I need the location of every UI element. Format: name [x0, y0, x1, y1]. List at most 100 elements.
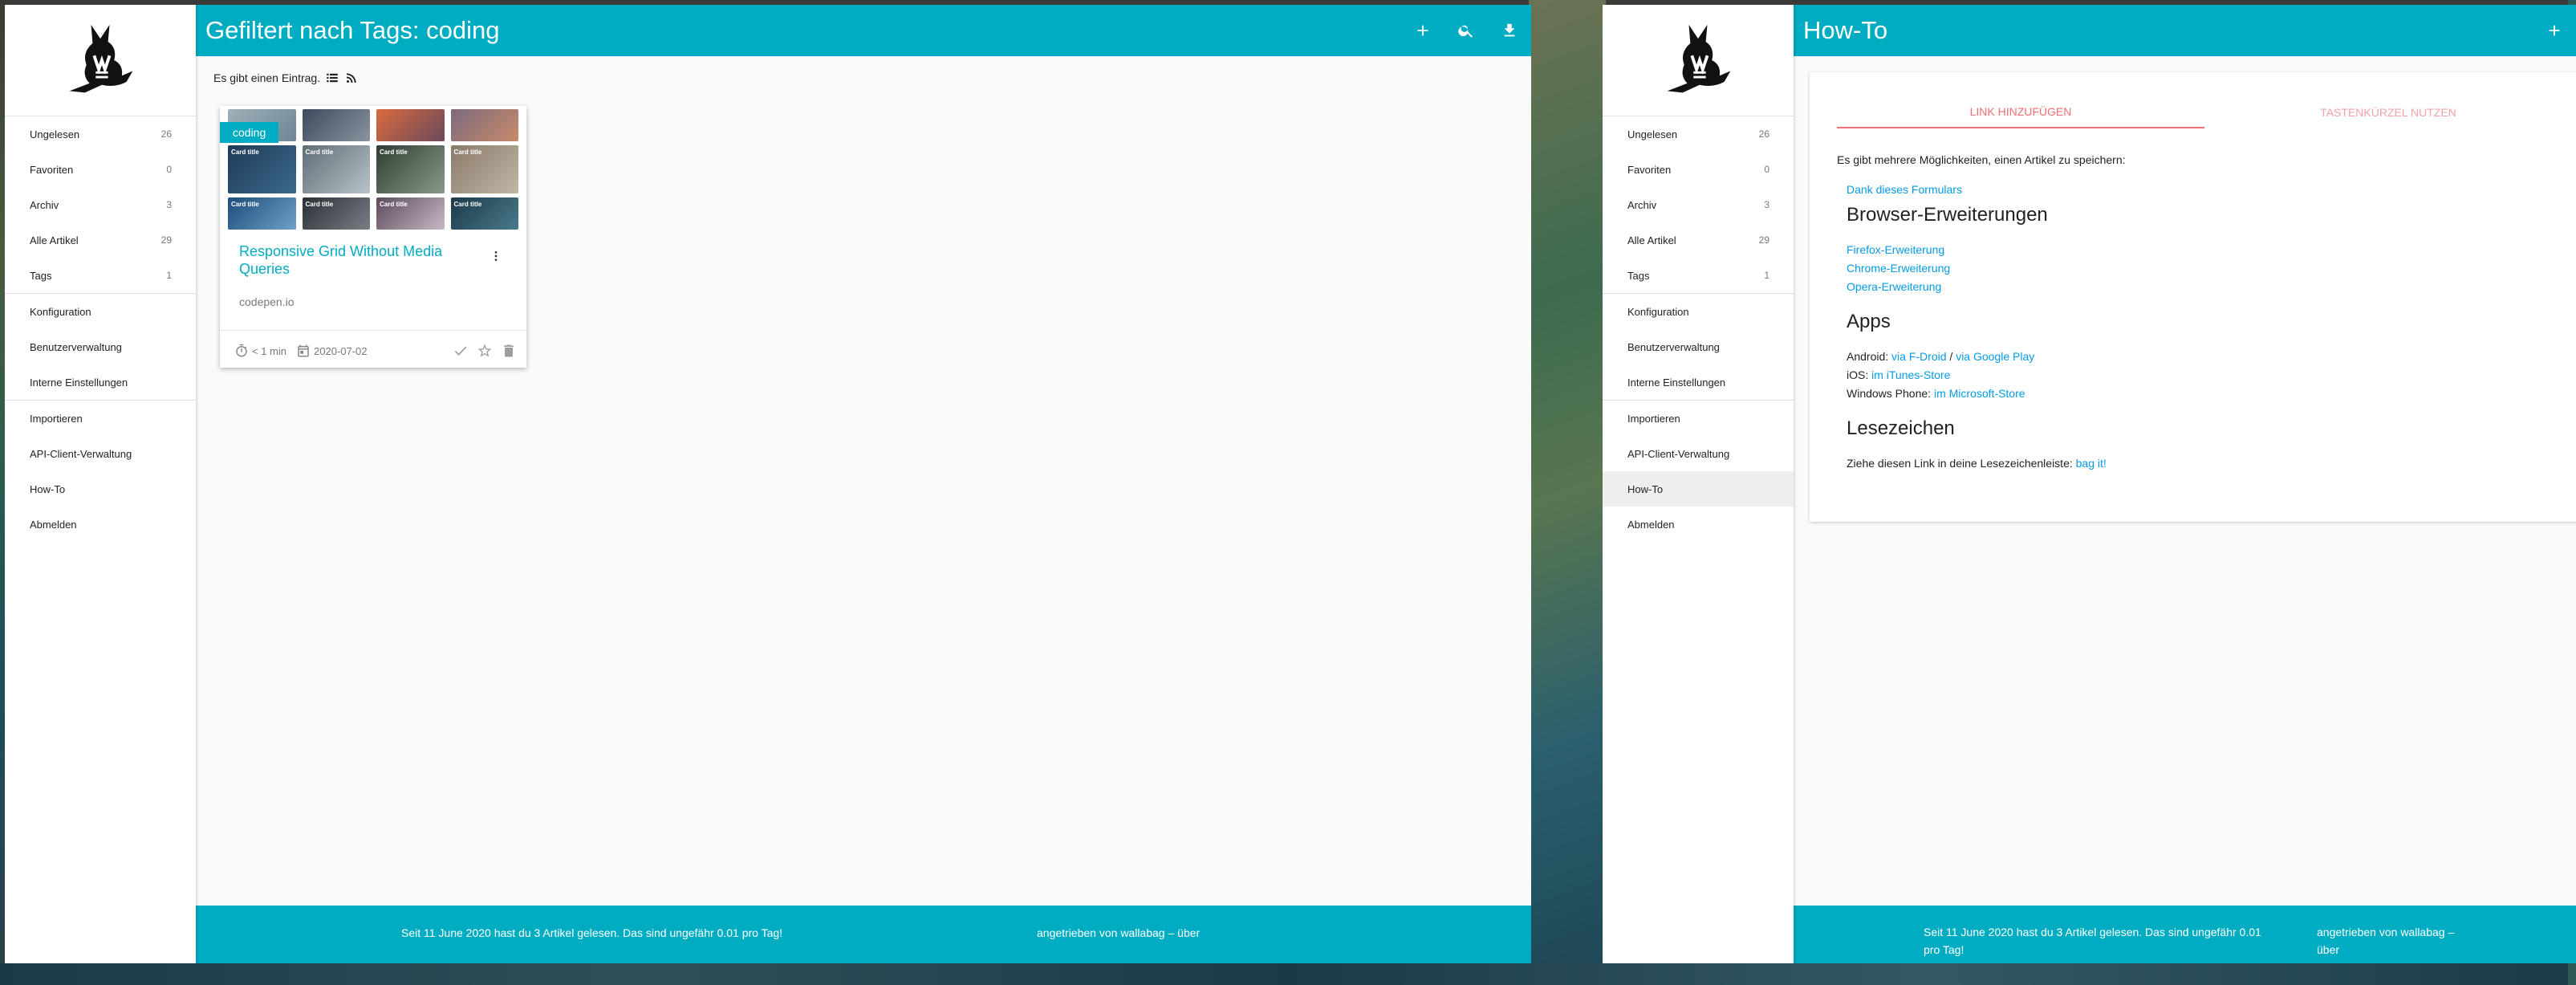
sidebar-item-label: Abmelden: [30, 518, 77, 531]
wallabag-window-tags: Ungelesen 26 Favoriten 0 Archiv 3 Alle Arti…: [5, 5, 1531, 963]
ios-label: iOS:: [1847, 368, 1869, 381]
more-vert-icon: [494, 251, 498, 261]
howto-panel: Link hinzufügen Tastenkürzel nutzen Es g…: [1810, 72, 2576, 522]
main-content: Es gibt einen Eintrag. Card title Card t…: [196, 56, 1531, 906]
windows-phone-line: Windows Phone: im Microsoft-Store: [1847, 387, 2025, 400]
sidebar-item-label: How-To: [30, 482, 66, 495]
sidebar-item-logout[interactable]: Abmelden: [1603, 507, 1794, 542]
preview-tile: [376, 109, 445, 141]
nav-group-main: Ungelesen 26 Favoriten 0 Archiv 3 Alle Arti…: [1603, 116, 1794, 294]
powered-by-separator: –: [2444, 926, 2455, 938]
entry-card[interactable]: Card title Card title Card title Card ti…: [220, 106, 526, 368]
sidebar-item-internal-settings[interactable]: Interne Einstellungen: [5, 364, 196, 400]
sidebar-item-starred[interactable]: Favoriten 0: [5, 152, 196, 187]
about-link[interactable]: über: [2317, 943, 2339, 956]
sidebar-item-all[interactable]: Alle Artikel 29: [5, 222, 196, 258]
sidebar-item-howto[interactable]: How-To: [1603, 471, 1794, 507]
rss-icon[interactable]: [344, 71, 359, 85]
bookmarklet-text: Ziehe diesen Link in deine Lesezeichenle…: [1847, 457, 2073, 470]
sidebar-item-all[interactable]: Alle Artikel 29: [1603, 222, 1794, 258]
sidebar-item-label: Archiv: [1627, 198, 1657, 211]
sidebar-item-api-clients[interactable]: API-Client-Verwaltung: [1603, 436, 1794, 471]
preview-tile: Card title: [376, 197, 445, 230]
add-button[interactable]: [1401, 5, 1444, 56]
sidebar-item-tags[interactable]: Tags 1: [1603, 258, 1794, 293]
footer: Seit 11 June 2020 hast du 3 Artikel gele…: [1794, 906, 2576, 963]
search-icon: [1458, 25, 1473, 38]
footer-powered-by: angetrieben von wallabag – über: [1037, 926, 1200, 939]
tab-shortcuts[interactable]: Tastenkürzel nutzen: [2204, 96, 2572, 128]
sidebar-item-label: Favoriten: [30, 163, 74, 176]
sidebar-item-tags[interactable]: Tags 1: [5, 258, 196, 293]
sidebar-item-label: Benutzerverwaltung: [1627, 340, 1720, 353]
sidebar-item-config[interactable]: Konfiguration: [1603, 294, 1794, 329]
sidebar-item-archive[interactable]: Archiv 3: [1603, 187, 1794, 222]
sidebar-item-unread[interactable]: Ungelesen 26: [5, 116, 196, 152]
howto-tabs: Link hinzufügen Tastenkürzel nutzen: [1837, 96, 2572, 128]
firefox-extension-link[interactable]: Firefox-Erweiterung: [1847, 243, 1944, 256]
sidebar-item-label: Ungelesen: [1627, 128, 1678, 140]
nav-group-main: Ungelesen 26 Favoriten 0 Archiv 3 Alle Arti…: [5, 116, 196, 294]
wallabag-link[interactable]: wallabag: [2400, 926, 2444, 938]
star-icon[interactable]: [477, 343, 493, 359]
itunes-link[interactable]: im iTunes-Store: [1871, 368, 1950, 381]
tag-chip[interactable]: coding: [220, 122, 279, 143]
sidebar-item-config[interactable]: Konfiguration: [5, 294, 196, 329]
export-button[interactable]: [1488, 5, 1531, 56]
sidebar-item-label: Archiv: [30, 198, 59, 211]
main-content: Link hinzufügen Tastenkürzel nutzen Es g…: [1794, 56, 2576, 906]
delete-icon[interactable]: [501, 343, 517, 359]
wallabag-link[interactable]: wallabag: [1120, 926, 1164, 939]
about-link[interactable]: über: [1177, 926, 1200, 939]
chrome-extension-link[interactable]: Chrome-Erweiterung: [1847, 262, 1950, 275]
preview-tile: Card title: [376, 145, 445, 193]
sidebar-item-label: Interne Einstellungen: [1627, 376, 1726, 389]
nav-group-other: Importieren API-Client-Verwaltung How-To…: [5, 401, 196, 542]
card-divider: [220, 330, 526, 331]
sidebar-item-label: API-Client-Verwaltung: [30, 447, 132, 460]
windows-phone-label: Windows Phone:: [1847, 387, 1932, 400]
sidebar-item-users[interactable]: Benutzerverwaltung: [5, 329, 196, 364]
entry-menu-button[interactable]: [490, 247, 502, 265]
wallabag-logo[interactable]: [5, 5, 196, 116]
sidebar-item-api-clients[interactable]: API-Client-Verwaltung: [5, 436, 196, 471]
mark-read-icon[interactable]: [453, 343, 469, 359]
sidebar-item-users[interactable]: Benutzerverwaltung: [1603, 329, 1794, 364]
entry-title-link[interactable]: Responsive Grid Without Media Queries: [239, 242, 472, 278]
page-title: How-To: [1803, 16, 1888, 44]
bag-it-link[interactable]: bag it!: [2076, 457, 2107, 470]
search-button[interactable]: [1444, 5, 1488, 56]
sidebar: Ungelesen 26 Favoriten 0 Archiv 3 Alle Arti…: [1603, 5, 1794, 963]
wallabag-logo-icon: [69, 24, 133, 93]
tab-add-link[interactable]: Link hinzufügen: [1837, 96, 2204, 128]
sidebar-item-internal-settings[interactable]: Interne Einstellungen: [1603, 364, 1794, 400]
list-view-icon[interactable]: [325, 71, 339, 85]
wallabag-logo[interactable]: [1603, 5, 1794, 116]
sidebar-item-archive[interactable]: Archiv 3: [5, 187, 196, 222]
wallabag-window-howto: Ungelesen 26 Favoriten 0 Archiv 3 Alle Arti…: [1603, 5, 2576, 963]
sidebar-item-unread[interactable]: Ungelesen 26: [1603, 116, 1794, 152]
opera-extension-link[interactable]: Opera-Erweiterung: [1847, 280, 1941, 293]
sidebar-item-label: Benutzerverwaltung: [30, 340, 122, 353]
sidebar-item-logout[interactable]: Abmelden: [5, 507, 196, 542]
sidebar-item-starred[interactable]: Favoriten 0: [1603, 152, 1794, 187]
ios-line: iOS: im iTunes-Store: [1847, 368, 1950, 381]
plus-icon: [1417, 25, 1428, 36]
sidebar: Ungelesen 26 Favoriten 0 Archiv 3 Alle Arti…: [5, 5, 196, 963]
powered-by-separator: –: [1164, 926, 1178, 939]
form-link[interactable]: Dank dieses Formulars: [1847, 183, 1962, 196]
sidebar-item-count: 26: [1758, 128, 1769, 140]
add-button[interactable]: [2533, 5, 2576, 56]
sidebar-item-count: 1: [1764, 270, 1769, 281]
sidebar-item-import[interactable]: Importieren: [5, 401, 196, 436]
google-play-link[interactable]: via Google Play: [1956, 350, 2034, 363]
footer: Seit 11 June 2020 hast du 3 Artikel gele…: [196, 906, 1531, 963]
fdroid-link[interactable]: via F-Droid: [1891, 350, 1946, 363]
preview-tile: Card title: [302, 145, 370, 193]
sidebar-item-howto[interactable]: How-To: [5, 471, 196, 507]
sidebar-item-import[interactable]: Importieren: [1603, 401, 1794, 436]
entry-domain[interactable]: codepen.io: [239, 295, 295, 308]
android-line: Android: via F-Droid / via Google Play: [1847, 350, 2034, 363]
android-separator: /: [1946, 350, 1956, 363]
microsoft-store-link[interactable]: im Microsoft-Store: [1934, 387, 2025, 400]
